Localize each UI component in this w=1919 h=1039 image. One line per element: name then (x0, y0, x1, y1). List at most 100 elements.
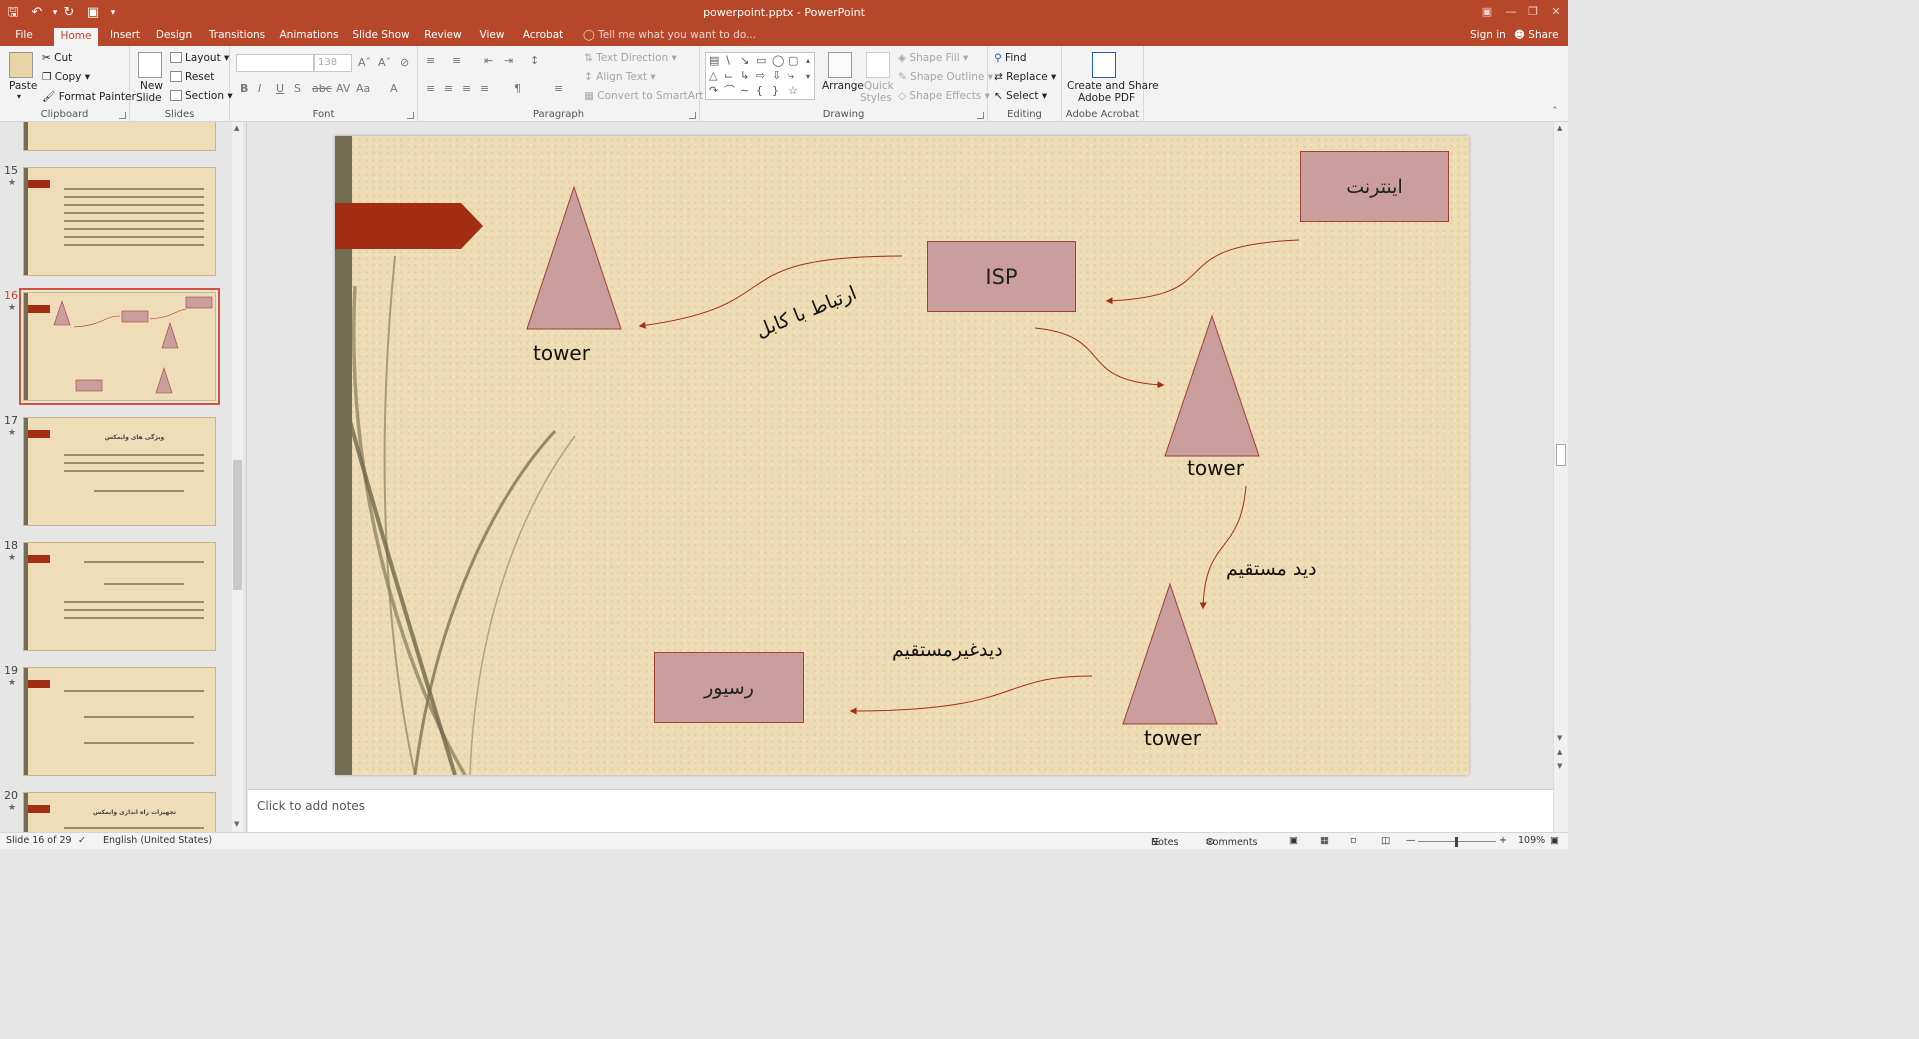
tab-insert[interactable]: Insert (104, 26, 146, 46)
internet-box[interactable]: اینترنت (1300, 151, 1449, 222)
rounded-rect-shape-icon[interactable]: ▢ (788, 55, 798, 67)
gallery-up-icon[interactable]: ▴ (806, 55, 810, 67)
increase-indent-icon[interactable]: ⇥ (504, 54, 513, 67)
oval-shape-icon[interactable]: ◯ (772, 55, 784, 67)
brace-left-shape-icon[interactable]: { (756, 85, 763, 97)
shape-fill-button[interactable]: ◈ Shape Fill ▾ (898, 52, 968, 64)
tell-me-search[interactable]: ◯ Tell me what you want to do... (583, 29, 756, 41)
zoom-slider-handle[interactable] (1455, 837, 1458, 847)
quick-styles-button[interactable]: Quick (864, 80, 894, 92)
elbow-arrow-icon[interactable]: ↳ (740, 70, 749, 82)
slide-thumbnail-15[interactable] (23, 167, 216, 276)
tab-slide-show[interactable]: Slide Show (350, 26, 412, 46)
paste-button[interactable]: Paste (9, 80, 37, 92)
font-family-box[interactable] (236, 54, 314, 72)
direct-los-label[interactable]: دید مستقیم (1226, 558, 1317, 580)
layout-button[interactable]: Layout ▾ (170, 52, 229, 64)
bullets-icon[interactable]: ≡ (426, 54, 435, 67)
previous-slide-icon[interactable]: ▲ (1557, 748, 1562, 756)
tower-3-label[interactable]: tower (1144, 726, 1201, 750)
collapse-ribbon-icon[interactable]: ⌃ (1551, 106, 1559, 116)
receiver-box[interactable]: رسیور (654, 652, 804, 723)
thumbnails-scrollbar[interactable]: ▲ ▼ (232, 122, 243, 832)
scroll-down-icon[interactable]: ▼ (234, 820, 239, 828)
line-spacing-icon[interactable]: ↕ (530, 54, 539, 67)
freeform-shape-icon[interactable]: ⤷ (788, 70, 794, 82)
next-slide-icon[interactable]: ▼ (1557, 762, 1562, 770)
format-painter-button[interactable]: 🖌 Format Painter (42, 90, 136, 103)
fit-to-window-icon[interactable]: ▣ (1550, 835, 1559, 846)
char-spacing-icon[interactable]: AV (336, 82, 350, 95)
align-left-icon[interactable]: ≡ (426, 82, 435, 95)
change-case-icon[interactable]: Aa (356, 82, 370, 95)
gallery-down-icon[interactable]: ▾ (806, 71, 810, 83)
quick-styles-button-line2[interactable]: Styles (860, 92, 892, 104)
clear-format-icon[interactable]: ⊘ (400, 56, 409, 69)
arrange-button[interactable]: Arrange (822, 80, 864, 92)
language-indicator[interactable]: English (United States) (103, 835, 212, 846)
scroll-up-icon[interactable]: ▲ (1557, 124, 1562, 132)
scrollbar-thumb[interactable] (233, 460, 242, 590)
brace-right-shape-icon[interactable]: } (772, 85, 779, 97)
slide-sorter-icon[interactable]: ▦ (1320, 835, 1329, 846)
tab-home[interactable]: Home (54, 28, 98, 46)
numbering-icon[interactable]: ≡ (452, 54, 461, 67)
curve-shape-icon[interactable]: ↷ (709, 85, 718, 97)
elbow-connector-icon[interactable]: ⌙ (724, 70, 733, 82)
drawing-launcher-icon[interactable] (977, 112, 984, 119)
slideshow-view-icon[interactable]: ◫ (1381, 835, 1390, 846)
paragraph-launcher-icon[interactable] (689, 112, 696, 119)
textbox-shape-icon[interactable]: ▤ (709, 55, 719, 67)
section-button[interactable]: Section ▾ (170, 90, 233, 102)
arrow-line-shape-icon[interactable]: ↘ (740, 55, 749, 67)
paste-dropdown-icon[interactable]: ▾ (17, 92, 21, 101)
align-right-icon[interactable]: ≡ (462, 82, 471, 95)
line-shape-icon[interactable]: ∖ (724, 55, 731, 67)
align-center-icon[interactable]: ≡ (444, 82, 453, 95)
columns-icon[interactable]: ≡ (554, 82, 563, 95)
share-button[interactable]: ☻ Share (1514, 29, 1559, 41)
spellcheck-icon[interactable]: ✓ (78, 835, 86, 846)
minimize-icon[interactable]: — (1500, 2, 1522, 22)
shadow-icon[interactable]: S (294, 82, 301, 95)
bold-icon[interactable]: B (240, 82, 248, 95)
align-text-button[interactable]: ↕ Align Text ▾ (584, 71, 656, 83)
decrease-indent-icon[interactable]: ⇤ (484, 54, 493, 67)
sign-in-link[interactable]: Sign in (1470, 29, 1506, 41)
find-button[interactable]: ⚲ Find (994, 52, 1027, 64)
new-slide-button-line2[interactable]: Slide (136, 92, 162, 104)
triangle-shape-icon[interactable]: △ (709, 70, 717, 82)
scrollbar-thumb[interactable] (1556, 444, 1566, 466)
isp-box[interactable]: ISP (927, 241, 1076, 312)
italic-icon[interactable]: I (258, 82, 261, 95)
tab-animations[interactable]: Animations (276, 26, 342, 46)
zoom-level[interactable]: 109% (1518, 835, 1545, 846)
text-direction-button[interactable]: ⇅ Text Direction ▾ (584, 52, 677, 64)
isp-tower-arrow[interactable] (1034, 327, 1165, 389)
shape-outline-button[interactable]: ✎ Shape Outline ▾ (898, 71, 993, 83)
slide-thumbnail-14[interactable] (23, 122, 216, 151)
shape-effects-button[interactable]: ◇ Shape Effects ▾ (898, 90, 990, 102)
cut-button[interactable]: ✂ Cut (42, 52, 72, 64)
slide-thumbnail-20[interactable]: تجهیزات راه اندازی وایمکس (23, 792, 216, 832)
slide-thumbnail-17[interactable]: ویژگی های وایمکس (23, 417, 216, 526)
slide-thumbnail-18[interactable] (23, 542, 216, 651)
slide-canvas[interactable]: اینترنت ISP رسیور tower tower tower ارتب… (335, 136, 1469, 775)
create-share-pdf-button-line2[interactable]: Adobe PDF (1078, 92, 1135, 104)
copy-button[interactable]: ❐ Copy ▾ (42, 71, 90, 83)
slide-thumbnail-19[interactable] (23, 667, 216, 776)
down-arrow-shape-icon[interactable]: ⇩ (772, 70, 781, 82)
grow-font-icon[interactable]: Aˆ (358, 56, 371, 69)
font-size-box[interactable]: 138 (314, 54, 352, 72)
close-icon[interactable]: ✕ (1545, 2, 1567, 22)
zoom-in-icon[interactable]: + (1499, 835, 1507, 846)
tab-design[interactable]: Design (152, 26, 196, 46)
tab-acrobat[interactable]: Acrobat (518, 26, 568, 46)
replace-button[interactable]: ⇄ Replace ▾ (994, 71, 1056, 83)
tab-view[interactable]: View (474, 26, 510, 46)
internet-isp-arrow[interactable] (1105, 239, 1300, 305)
notes-pane[interactable]: Click to add notes (248, 789, 1553, 832)
shrink-font-icon[interactable]: Aˇ (378, 56, 391, 69)
tower-1-triangle[interactable] (526, 185, 622, 330)
slide-scrollbar[interactable]: ▲ ▼ ▲ ▼ (1553, 122, 1568, 832)
